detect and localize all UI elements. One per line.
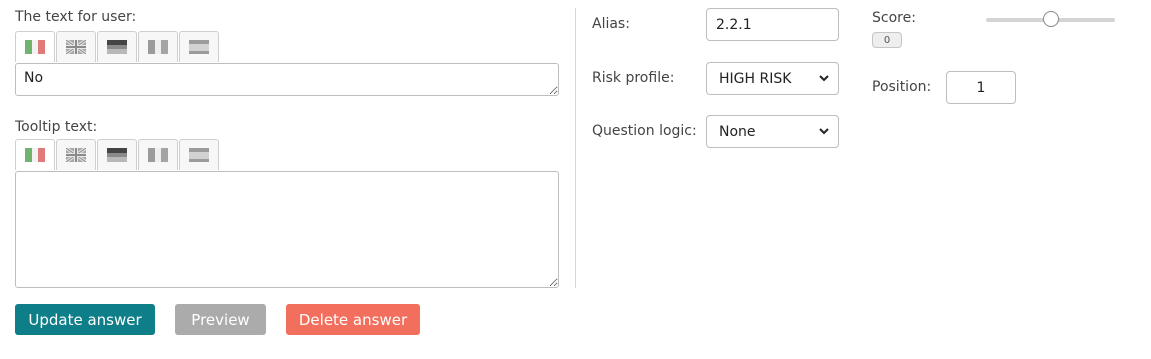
german-flag-icon [107,148,127,162]
german-flag-icon [107,40,127,54]
italian-flag-icon [25,40,45,54]
tab-lang-en[interactable] [56,139,96,170]
tooltip-text-label: Tooltip text: [15,119,98,135]
spanish-flag-icon [189,148,209,162]
uk-flag-icon [66,40,86,54]
chevron-down-icon [819,128,829,135]
tab-lang-it[interactable] [15,31,55,62]
risk-profile-value: HIGH RISK [719,70,792,87]
tab-lang-de[interactable] [97,31,137,62]
tooltip-text-field[interactable] [15,171,559,288]
text-for-user-label: The text for user: [15,9,137,25]
tab-lang-es[interactable] [179,139,219,170]
french-flag-icon [148,40,168,54]
question-logic-value: None [719,123,756,140]
tooltip-language-tabs [15,139,220,171]
tab-lang-es[interactable] [179,31,219,62]
score-label: Score: [872,10,916,26]
risk-profile-select[interactable]: HIGH RISK [706,62,839,95]
alias-label: Alias: [592,16,630,32]
text-for-user-field[interactable] [15,63,559,96]
risk-profile-label: Risk profile: [592,70,675,86]
italian-flag-icon [25,148,45,162]
position-value: 1 [976,79,986,96]
spanish-flag-icon [189,40,209,54]
score-slider-thumb[interactable] [1042,11,1059,27]
position-label: Position: [872,79,932,95]
tab-lang-it[interactable] [15,139,55,170]
score-value-badge: 0 [872,32,902,48]
alias-input[interactable]: 2.2.1 [706,8,839,41]
french-flag-icon [148,148,168,162]
tab-lang-fr[interactable] [138,139,178,170]
position-input[interactable]: 1 [946,71,1016,104]
tab-lang-de[interactable] [97,139,137,170]
alias-value: 2.2.1 [716,16,752,33]
update-answer-button[interactable]: Update answer [15,304,155,335]
delete-answer-button[interactable]: Delete answer [286,304,420,335]
question-logic-label: Question logic: [592,123,697,139]
tab-lang-fr[interactable] [138,31,178,62]
tab-lang-en[interactable] [56,31,96,62]
uk-flag-icon [66,148,86,162]
chevron-down-icon [819,75,829,82]
column-divider [575,8,576,288]
preview-button[interactable]: Preview [175,304,266,335]
question-logic-select[interactable]: None [706,115,839,148]
text-language-tabs [15,31,220,63]
